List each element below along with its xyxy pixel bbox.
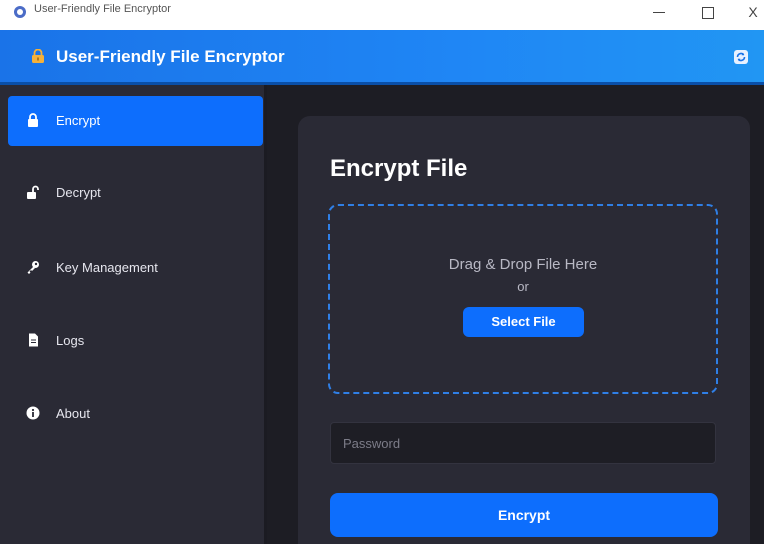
os-titlebar: User-Friendly File Encryptor X	[0, 0, 764, 30]
close-button[interactable]: X	[734, 0, 764, 26]
app-shield-icon	[14, 6, 26, 18]
sidebar-item-label: Logs	[56, 333, 85, 348]
sidebar	[0, 85, 266, 544]
lock-icon	[28, 113, 38, 127]
document-icon	[29, 333, 38, 347]
select-file-button[interactable]: Select File	[463, 307, 584, 337]
sidebar-item-label: Key Management	[56, 260, 158, 275]
password-input[interactable]	[330, 422, 716, 464]
encrypt-button[interactable]: Encrypt	[330, 493, 718, 537]
info-icon	[26, 406, 40, 420]
dropzone-or-text: or	[517, 279, 529, 294]
unlock-icon	[27, 185, 39, 199]
lock-icon	[32, 49, 44, 63]
minimize-button[interactable]	[640, 0, 678, 26]
app-title: User-Friendly File Encryptor	[56, 47, 285, 66]
sidebar-item-key-management[interactable]: Key Management	[8, 243, 263, 293]
sidebar-item-label: Encrypt	[56, 113, 101, 128]
key-icon	[27, 261, 39, 274]
dropzone-text: Drag & Drop File Here	[448, 256, 598, 273]
sidebar-item-decrypt[interactable]: Decrypt	[8, 168, 263, 218]
sidebar-item-encrypt[interactable]: Encrypt	[8, 96, 263, 146]
sidebar-item-label: Decrypt	[56, 185, 101, 200]
page-title: Encrypt File	[330, 155, 468, 182]
sidebar-item-label: About	[56, 406, 90, 421]
file-dropzone[interactable]	[328, 204, 718, 394]
sidebar-item-logs[interactable]: Logs	[8, 316, 263, 366]
maximize-button[interactable]	[688, 0, 726, 26]
window-title: User-Friendly File Encryptor	[34, 3, 171, 15]
sidebar-item-about[interactable]: About	[8, 389, 263, 439]
refresh-icon[interactable]	[733, 49, 749, 65]
